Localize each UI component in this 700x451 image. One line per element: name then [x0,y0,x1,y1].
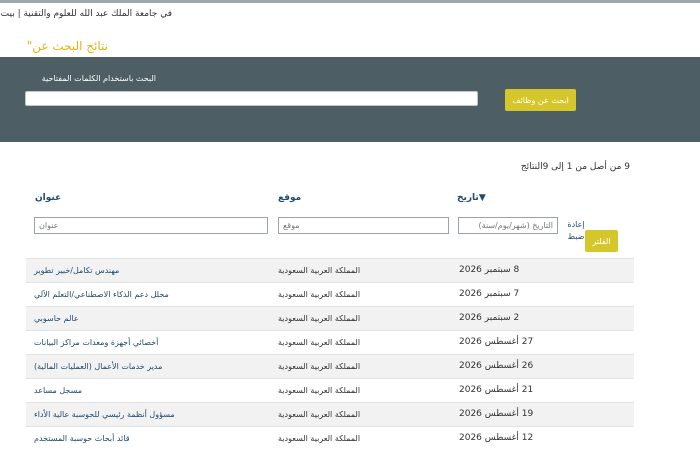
job-location: المملكة العربية السعودية [278,386,361,395]
job-location: المملكة العربية السعودية [278,362,361,371]
job-title-link[interactable]: قائد أبحاث حوسبة المستخدم [34,434,130,443]
job-location: المملكة العربية السعودية [278,314,361,323]
table-row: أخصائي أجهزة ومعدات مراكز البيانات الممل… [26,330,634,355]
job-title-link[interactable]: مسؤول أنظمة رئيسي للحوسبة عالية الأداء [34,410,175,419]
location-filter-input[interactable] [278,217,449,234]
job-date: 26 أغسطس 2026 [459,361,534,371]
job-date: 7 سبتمبر 2026 [459,289,520,299]
job-location: المملكة العربية السعودية [278,338,361,347]
job-title-link[interactable]: محلل دعم الذكاء الاصطناعي/التعلم الآلي [34,290,169,299]
table-row: قائد أبحاث حوسبة المستخدم المملكة العربي… [26,426,634,451]
job-location: المملكة العربية السعودية [278,410,361,419]
breadcrumb[interactable]: في جامعة الملك عبد الله للعلوم والتقنية … [1,9,172,19]
table-row: مسجل مساعد المملكة العربية السعودية 21 أ… [26,378,634,403]
job-title-link[interactable]: عالم حاسوبي [34,314,79,323]
column-header-location[interactable]: موقع [278,193,301,203]
job-title-link[interactable]: مهندس تكامل/خبير تطوير [34,266,119,275]
table-row: مدير خدمات الأعمال (العمليات المالية) ال… [26,354,634,379]
table-row: مسؤول أنظمة رئيسي للحوسبة عالية الأداء ا… [26,402,634,427]
table-row: مهندس تكامل/خبير تطوير المملكة العربية ا… [26,258,634,283]
job-title-link[interactable]: مدير خدمات الأعمال (العمليات المالية) [34,362,162,371]
job-date: 8 سبتمبر 2026 [459,265,520,275]
job-location: المملكة العربية السعودية [278,290,361,299]
title-filter-input[interactable] [34,217,268,234]
apply-filter-button[interactable]: الفلتر [585,230,618,252]
keyword-search-input[interactable] [25,91,478,106]
job-title-link[interactable]: مسجل مساعد [34,386,82,395]
job-date: 27 أغسطس 2026 [459,337,534,347]
reset-filters-button[interactable]: إعادة ضبط [565,215,587,247]
job-date: 19 أغسطس 2026 [459,409,534,419]
results-summary: 9 من أصل من 1 إلى 9النتائج [520,162,630,172]
column-header-date[interactable]: تاريخ▼ [457,193,486,203]
job-title-link[interactable]: أخصائي أجهزة ومعدات مراكز البيانات [34,338,158,347]
page-title: نتائج البحث عن" [26,39,108,53]
table-row: محلل دعم الذكاء الاصطناعي/التعلم الآلي ا… [26,282,634,307]
column-header-title[interactable]: عنوان [35,193,61,203]
table-row: عالم حاسوبي المملكة العربية السعودية 2 س… [26,306,634,331]
job-date: 2 سبتمبر 2026 [459,313,520,323]
keyword-search-label: البحث باستخدام الكلمات المفتاحية [41,74,156,83]
job-location: المملكة العربية السعودية [278,434,361,443]
search-jobs-button[interactable]: ابحث عن وظائف [505,89,576,111]
date-filter-input[interactable] [458,217,558,234]
job-location: المملكة العربية السعودية [278,266,361,275]
job-date: 21 أغسطس 2026 [459,385,534,395]
job-date: 12 أغسطس 2026 [459,433,534,443]
top-divider [0,0,700,3]
